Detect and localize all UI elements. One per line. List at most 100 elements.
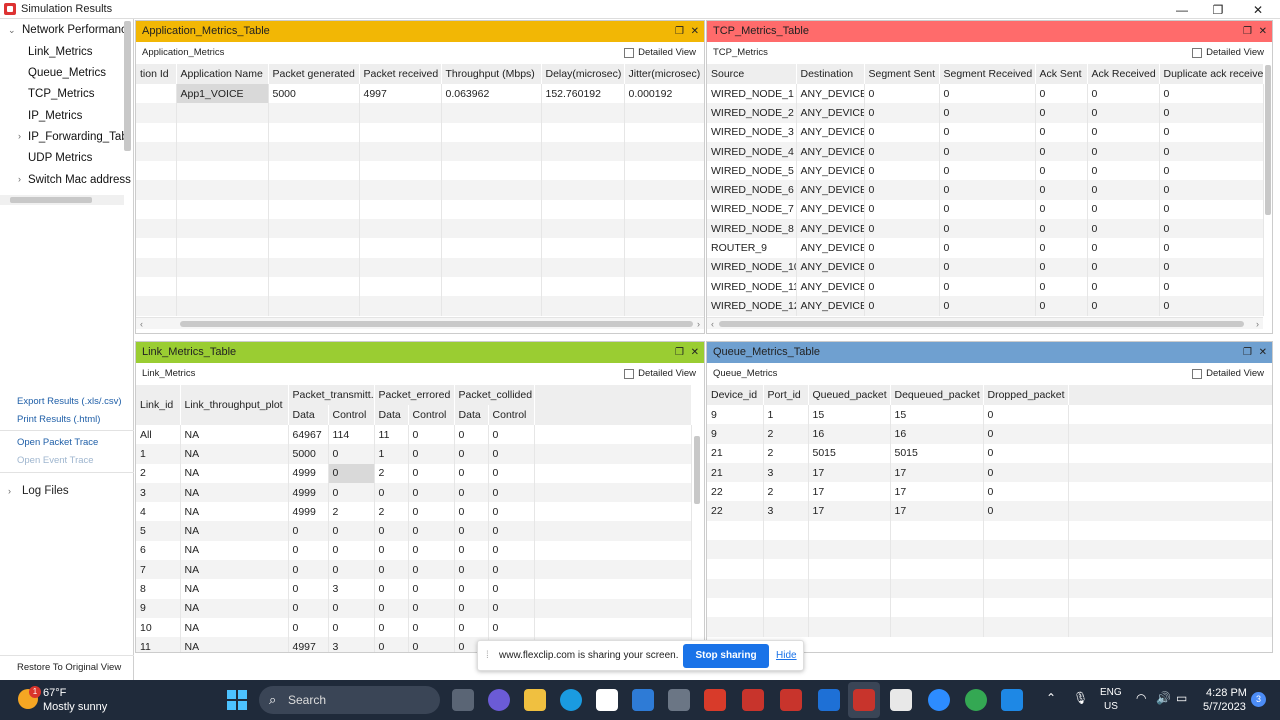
table-cell[interactable]: 152.760192 bbox=[541, 84, 625, 104]
table-row[interactable]: 6 NA 0 0 0 0 0 0 bbox=[136, 540, 692, 561]
table-cell[interactable]: 0 bbox=[288, 540, 329, 561]
table-cell[interactable]: ANY_DEVICE bbox=[796, 276, 865, 297]
table-cell[interactable]: ANY_DEVICE bbox=[796, 257, 865, 277]
table-cell[interactable]: 5015 bbox=[890, 443, 984, 463]
table-cell[interactable]: 0 bbox=[1035, 276, 1088, 297]
table-cell[interactable]: 0 bbox=[1159, 141, 1264, 162]
table-cell[interactable]: 0 bbox=[454, 617, 489, 638]
table-row[interactable] bbox=[136, 141, 704, 162]
minimize-button[interactable]: — bbox=[1164, 0, 1200, 19]
table-cell[interactable]: 2 bbox=[763, 443, 809, 463]
microphone-icon[interactable]: 🎙 bbox=[1073, 691, 1088, 705]
table-cell[interactable]: 0 bbox=[1035, 238, 1088, 258]
table-cell[interactable]: 114 bbox=[328, 425, 375, 445]
table-cell[interactable]: 0 bbox=[454, 579, 489, 599]
weather-temp[interactable]: 67°F bbox=[43, 687, 66, 699]
table-row[interactable]: WIRED_NODE_4 ANY_DEVICE 0 0 0 0 0 bbox=[707, 141, 1264, 162]
restore-view-link[interactable]: Restore To Original View bbox=[17, 662, 121, 673]
detailed-view-checkbox[interactable]: Detailed View bbox=[1192, 363, 1264, 385]
table-cell[interactable]: 0 bbox=[864, 199, 940, 220]
table-cell[interactable]: ANY_DEVICE bbox=[796, 141, 865, 162]
column-header[interactable]: Throughput (Mbps) bbox=[441, 64, 542, 84]
table-cell[interactable]: NA bbox=[180, 482, 289, 503]
weather-desc[interactable]: Mostly sunny bbox=[43, 701, 107, 713]
tree-item-link-metrics[interactable]: Link_Metrics bbox=[28, 42, 93, 63]
log-files-item[interactable]: Log Files bbox=[22, 485, 69, 497]
table-cell[interactable]: ANY_DEVICE bbox=[796, 161, 865, 181]
column-header[interactable]: Delay(microsec) bbox=[541, 64, 625, 84]
task-view-icon[interactable] bbox=[452, 689, 474, 711]
table-cell[interactable]: 0 bbox=[1159, 276, 1264, 297]
mail-icon[interactable] bbox=[632, 689, 654, 711]
table-cell[interactable]: 0 bbox=[1087, 257, 1160, 277]
table-row[interactable] bbox=[136, 180, 704, 200]
drag-handle-icon[interactable]: ⁞ bbox=[486, 650, 489, 661]
table-cell[interactable]: 0 bbox=[328, 521, 375, 541]
table-cell[interactable]: 0 bbox=[454, 560, 489, 580]
table-cell[interactable]: 0 bbox=[1035, 122, 1088, 142]
table-row[interactable]: WIRED_NODE_2 ANY_DEVICE 0 0 0 0 0 bbox=[707, 103, 1264, 123]
table-cell[interactable]: NA bbox=[180, 598, 289, 618]
battery-icon[interactable]: ▭ bbox=[1176, 691, 1187, 705]
table-cell[interactable]: 17 bbox=[890, 501, 984, 521]
table-cell[interactable]: 0 bbox=[1087, 84, 1160, 104]
tree-item-ip-metrics[interactable]: IP_Metrics bbox=[28, 106, 82, 127]
table-cell[interactable]: 0 bbox=[408, 598, 455, 618]
table-cell[interactable]: 0 bbox=[864, 161, 940, 181]
table-cell[interactable]: 0 bbox=[1087, 103, 1160, 123]
column-header[interactable]: Segment Sent bbox=[864, 64, 940, 84]
table-row[interactable]: 8 NA 0 3 0 0 0 0 bbox=[136, 579, 692, 599]
table-cell[interactable]: 0 bbox=[864, 103, 940, 123]
table-cell[interactable]: 0 bbox=[1087, 296, 1160, 316]
table-row[interactable] bbox=[707, 540, 1272, 560]
table-cell[interactable]: 0 bbox=[328, 598, 375, 618]
table-cell[interactable]: 0 bbox=[1035, 180, 1088, 200]
table-cell[interactable]: 0 bbox=[288, 617, 329, 638]
table-cell[interactable]: 16 bbox=[808, 424, 891, 444]
close-icon[interactable]: ✕ bbox=[691, 21, 699, 42]
table-cell[interactable]: 0 bbox=[488, 579, 535, 599]
table-cell[interactable]: 0 bbox=[488, 598, 535, 618]
table-cell[interactable]: 2 bbox=[763, 482, 809, 502]
table-cell[interactable]: App1_VOICE bbox=[176, 84, 269, 104]
export-results-link[interactable]: Export Results (.xls/.csv) bbox=[17, 396, 122, 407]
table-cell[interactable]: 16 bbox=[890, 424, 984, 444]
column-header[interactable]: Device_id bbox=[707, 385, 764, 405]
table-row[interactable]: 22 2 17 17 0 bbox=[707, 482, 1272, 502]
table-cell[interactable]: 22 bbox=[707, 482, 764, 502]
table-cell[interactable]: 0 bbox=[374, 521, 409, 541]
table-row[interactable]: 21 3 17 17 0 bbox=[707, 462, 1272, 483]
chevron-right-icon[interactable]: › bbox=[8, 486, 11, 496]
table-cell[interactable]: 0 bbox=[288, 598, 329, 618]
table-cell[interactable]: 0 bbox=[983, 501, 1069, 521]
table-cell[interactable]: 0 bbox=[864, 141, 940, 162]
clock-date[interactable]: 5/7/2023 bbox=[1203, 701, 1246, 713]
table-cell[interactable]: 0 bbox=[454, 502, 489, 522]
chat-icon[interactable] bbox=[488, 689, 510, 711]
table-cell[interactable]: 0 bbox=[408, 540, 455, 561]
table-row[interactable] bbox=[136, 219, 704, 239]
column-header[interactable]: Dequeued_packet bbox=[890, 385, 984, 405]
table-cell[interactable]: 17 bbox=[808, 501, 891, 521]
table-cell[interactable]: 0 bbox=[1087, 199, 1160, 220]
table-cell[interactable]: NA bbox=[180, 463, 289, 483]
table-cell[interactable]: WIRED_NODE_11 bbox=[707, 276, 797, 297]
table-cell[interactable]: 4997 bbox=[288, 637, 329, 652]
table-cell[interactable]: 17 bbox=[808, 462, 891, 483]
column-header[interactable]: Port_id bbox=[763, 385, 809, 405]
table-cell[interactable]: 0 bbox=[939, 141, 1036, 162]
table-cell[interactable]: 7 bbox=[136, 560, 181, 580]
table-cell[interactable]: 0 bbox=[939, 199, 1036, 220]
table-cell[interactable]: 15 bbox=[890, 405, 984, 425]
table-cell[interactable]: 22 bbox=[707, 501, 764, 521]
column-header[interactable]: Application Name bbox=[176, 64, 269, 84]
table-cell[interactable]: 1 bbox=[374, 444, 409, 464]
horizontal-scrollbar[interactable]: ‹ › bbox=[707, 317, 1263, 329]
restore-icon[interactable]: ❐ bbox=[675, 21, 684, 42]
column-subheader[interactable]: Data bbox=[374, 405, 409, 425]
table-cell[interactable]: 0 bbox=[1035, 103, 1088, 123]
table-cell[interactable]: 0 bbox=[454, 425, 489, 445]
netsim-icon[interactable] bbox=[780, 689, 802, 711]
table-cell[interactable]: 0 bbox=[1087, 180, 1160, 200]
clock-time[interactable]: 4:28 PM bbox=[1206, 687, 1247, 699]
